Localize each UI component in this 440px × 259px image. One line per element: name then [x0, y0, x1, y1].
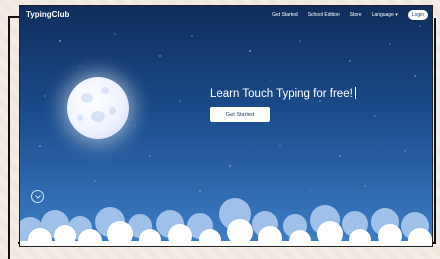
- nav-language-dropdown[interactable]: Language ▾: [372, 12, 398, 18]
- get-started-button[interactable]: Get Started: [210, 107, 270, 122]
- frame-right-line: [434, 18, 436, 243]
- frame-left-line: [8, 16, 10, 259]
- frame-top-line: [8, 16, 20, 18]
- nav-school-edition[interactable]: School Edition: [308, 12, 340, 18]
- text-cursor: [354, 87, 356, 99]
- login-button[interactable]: Login: [407, 10, 428, 20]
- nav-links: Get Started School Edition Store Languag…: [272, 10, 428, 20]
- cloud-layer: [20, 198, 432, 246]
- hero-headline-text: Learn Touch Typing for free!: [210, 88, 353, 100]
- top-navbar: TypingClub Get Started School Edition St…: [20, 6, 432, 26]
- hero-headline: Learn Touch Typing for free!: [210, 87, 356, 100]
- typingclub-logo[interactable]: TypingClub: [26, 10, 69, 19]
- nav-get-started[interactable]: Get Started: [272, 12, 298, 18]
- moon-illustration: [67, 77, 129, 139]
- hero-section: TypingClub Get Started School Edition St…: [20, 6, 432, 246]
- nav-store[interactable]: Store: [350, 12, 362, 18]
